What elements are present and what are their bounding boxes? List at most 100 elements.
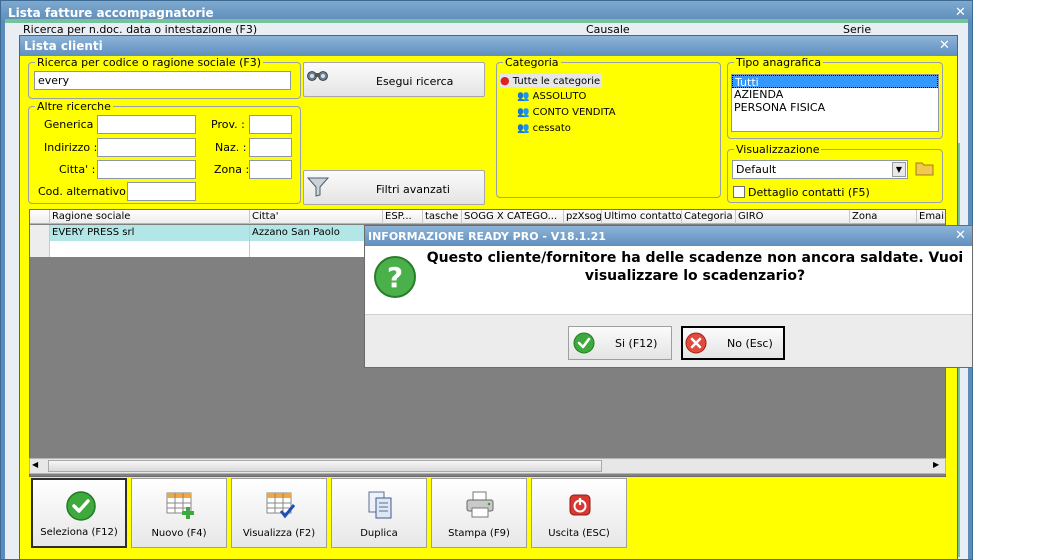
scroll-right-icon[interactable]: ▶ <box>933 460 939 469</box>
cancel-circle-icon <box>685 332 707 354</box>
check-circle-icon <box>66 491 96 521</box>
folder-button[interactable] <box>915 159 935 179</box>
search-input[interactable] <box>34 71 291 90</box>
col-pzxsog[interactable]: pzXsog <box>564 210 602 224</box>
duplicate-button[interactable]: Duplica <box>331 478 427 548</box>
zona-label: Zona : <box>214 163 250 176</box>
search-legend: Ricerca per codice o ragione sociale (F3… <box>37 56 262 69</box>
clienti-titlebar: Lista clienti ✕ <box>20 36 957 56</box>
funnel-icon <box>307 177 329 197</box>
view-select-value: Default <box>736 163 777 176</box>
dialog-message-line1: Questo cliente/fornitore ha delle scaden… <box>426 250 964 266</box>
citta-input[interactable] <box>97 160 196 179</box>
dialog-title: INFORMAZIONE READY PRO - V18.1.21 <box>368 230 606 243</box>
grid-header-indicator <box>30 210 50 224</box>
print-button[interactable]: Stampa (F9) <box>431 478 527 548</box>
no-button[interactable]: No (Esc) <box>681 326 785 360</box>
no-button-label: No (Esc) <box>727 337 773 350</box>
category-item[interactable]: 👥 CONTO VENDITA <box>517 107 616 118</box>
prov-label: Prov. : <box>211 118 245 131</box>
zona-input[interactable] <box>249 160 292 179</box>
category-item-label: CONTO VENDITA <box>532 107 616 118</box>
new-button-label: Nuovo (F4) <box>151 528 207 539</box>
binoculars-icon <box>307 71 328 81</box>
col-ragione[interactable]: Ragione sociale <box>50 210 250 224</box>
indirizzo-input[interactable] <box>97 138 196 157</box>
cod-alt-label: Cod. alternativo : <box>38 185 134 198</box>
exit-button[interactable]: Uscita (ESC) <box>531 478 627 548</box>
col-ultimo-contatto[interactable]: Ultimo contatto <box>602 210 682 224</box>
scroll-left-icon[interactable]: ◀ <box>32 460 38 469</box>
col-zona[interactable]: Zona <box>850 210 917 224</box>
select-button[interactable]: Seleziona (F12) <box>31 478 127 548</box>
generica-input[interactable] <box>97 115 196 134</box>
advanced-filters-button[interactable]: Filtri avanzati <box>303 170 485 205</box>
printer-icon <box>466 491 494 518</box>
users-icon: 👥 <box>517 123 530 134</box>
type-legend: Tipo anagrafica <box>736 56 822 69</box>
svg-text:?: ? <box>387 261 403 294</box>
fatture-close-icon[interactable]: ✕ <box>955 6 966 19</box>
grid-hscrollbar[interactable]: ◀ ▶ <box>29 458 946 474</box>
dialog-message: Questo cliente/fornitore ha delle scaden… <box>425 249 965 285</box>
col-sogg[interactable]: SOGG X CATEGO... <box>462 210 564 224</box>
type-option-persona[interactable]: PERSONA FISICA <box>732 101 938 114</box>
col-categoria[interactable]: Categoria <box>682 210 736 224</box>
naz-label: Naz. : <box>215 141 247 154</box>
search-button[interactable]: Esegui ricerca <box>303 62 485 97</box>
row-indicator <box>30 225 50 241</box>
other-search-legend: Altre ricerche <box>37 100 111 113</box>
grid-check-icon <box>266 492 296 519</box>
users-icon: 👥 <box>517 107 530 118</box>
type-option-azienda[interactable]: AZIENDA <box>732 88 938 101</box>
col-esp[interactable]: ESP... <box>383 210 423 224</box>
chevron-down-icon[interactable]: ▼ <box>892 162 906 177</box>
search-button-label: Esegui ricerca <box>376 75 454 88</box>
generica-label: Generica : <box>44 118 101 131</box>
cod-alt-input[interactable] <box>127 182 196 201</box>
detail-contacts-label: Dettaglio contatti (F5) <box>748 186 870 199</box>
folder-icon <box>915 162 934 176</box>
power-icon <box>569 494 591 516</box>
category-legend: Categoria <box>505 56 559 69</box>
advanced-filters-label: Filtri avanzati <box>376 183 450 196</box>
col-citta[interactable]: Citta' <box>250 210 383 224</box>
prov-input[interactable] <box>249 115 292 134</box>
dialog-titlebar: INFORMAZIONE READY PRO - V18.1.21 ✕ <box>365 226 972 246</box>
info-dialog: INFORMAZIONE READY PRO - V18.1.21 ✕ ? Qu… <box>364 225 973 368</box>
check-circle-icon <box>573 332 595 354</box>
view-button[interactable]: Visualizza (F2) <box>231 478 327 548</box>
fatture-title: Lista fatture accompagnatorie <box>8 6 214 20</box>
yes-button[interactable]: Si (F12) <box>568 326 672 360</box>
citta-label: Citta' : <box>59 163 96 176</box>
type-listbox[interactable]: Tutti AZIENDA PERSONA FISICA <box>731 74 939 132</box>
scroll-thumb[interactable] <box>48 460 602 472</box>
dialog-message-line2: visualizzare lo scadenzario? <box>584 268 806 284</box>
new-button[interactable]: Nuovo (F4) <box>131 478 227 548</box>
naz-input[interactable] <box>249 138 292 157</box>
yes-button-label: Si (F12) <box>615 337 658 350</box>
clienti-close-icon[interactable]: ✕ <box>939 39 950 52</box>
exit-button-label: Uscita (ESC) <box>548 528 610 539</box>
category-item-label: ASSOLUTO <box>532 91 587 102</box>
grid-header: Ragione sociale Citta' ESP... tasche SOG… <box>30 210 945 224</box>
detail-contacts-checkbox[interactable] <box>733 186 745 198</box>
category-item[interactable]: 👥 cessato <box>517 123 571 134</box>
category-root[interactable]: ● Tutte le categorie <box>500 74 603 87</box>
view-legend: Visualizzazione <box>736 143 820 156</box>
duplicate-button-label: Duplica <box>360 528 398 539</box>
cell-empty <box>50 241 250 257</box>
type-option-tutti[interactable]: Tutti <box>732 75 938 89</box>
dialog-close-icon[interactable]: ✕ <box>955 229 966 242</box>
col-tasche[interactable]: tasche <box>423 210 462 224</box>
category-root-label: Tutte le categorie <box>512 76 601 87</box>
cell-ragione: EVERY PRESS srl <box>50 225 250 241</box>
clienti-title: Lista clienti <box>24 39 103 53</box>
col-email[interactable]: Email <box>917 210 945 224</box>
view-select[interactable]: Default ▼ <box>732 160 908 179</box>
view-button-label: Visualizza (F2) <box>242 528 316 539</box>
strawberry-icon: ● <box>500 74 510 87</box>
category-item[interactable]: 👥 ASSOLUTO <box>517 91 586 102</box>
col-giro[interactable]: GIRO <box>736 210 850 224</box>
category-item-label: cessato <box>532 123 571 134</box>
